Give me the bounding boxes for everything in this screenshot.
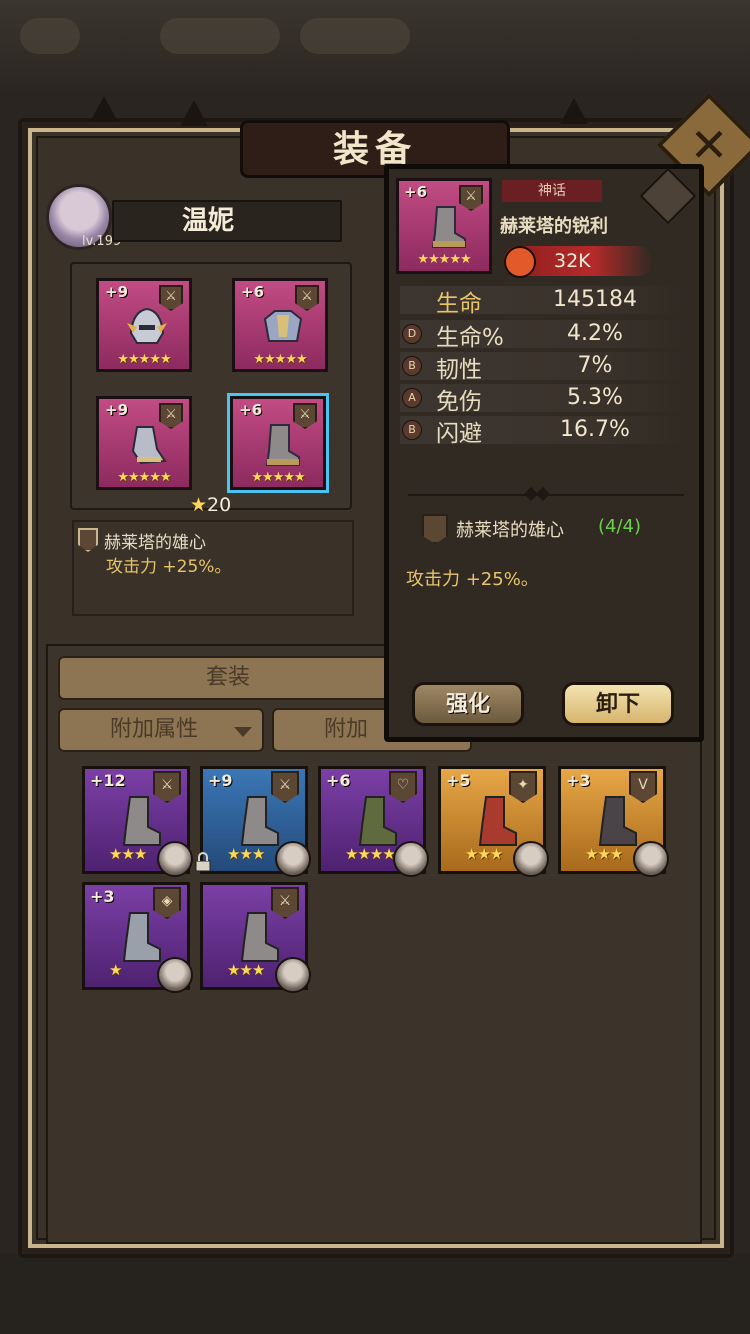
blurred-shape: [160, 18, 280, 54]
popup-set-effect: 攻击力 +25%。: [406, 569, 539, 590]
hero-name: 温妮: [112, 200, 342, 242]
boots-icon: [122, 912, 161, 962]
filter-label: 附加属性: [110, 717, 199, 742]
enhance-level: +3: [90, 887, 115, 906]
enhance-level: +9: [105, 401, 129, 419]
inventory-item[interactable]: +5 ✦ ★★★: [438, 766, 549, 877]
helmet-icon: [127, 307, 167, 344]
owner-avatar: [275, 841, 311, 877]
rarity-badge: 神话: [502, 180, 602, 202]
boots-icon: [240, 912, 279, 962]
strengthen-button[interactable]: 强化: [412, 682, 524, 726]
filter-substat-dropdown[interactable]: 附加属性: [58, 708, 264, 752]
equip-slot-boots[interactable]: +6 ⚔ ★★★★★: [230, 396, 326, 490]
star-rating: ★★★: [109, 845, 147, 863]
stat-value: 5.3%: [567, 385, 623, 410]
boots-icon: [478, 796, 517, 846]
star-rating: ★★★★★: [253, 352, 307, 367]
inventory-item[interactable]: +3 ᐯ ★★★: [558, 766, 669, 877]
inventory-item[interactable]: +3 ◈ ★: [82, 882, 193, 993]
blurred-background-bottom: [0, 1254, 750, 1334]
item-name: 赫莱塔的锐利: [500, 216, 608, 237]
frame-spike: [180, 100, 208, 126]
armor-icon: [263, 310, 303, 342]
popup-set-name: 赫莱塔的雄心: [456, 520, 564, 541]
set-bonus-name: 赫莱塔的雄心: [104, 533, 206, 553]
owner-avatar: [157, 841, 193, 877]
frame-spike: [90, 96, 118, 122]
star-rating: ★★★: [465, 845, 503, 863]
stat-name: 生命%: [436, 325, 504, 351]
set-bonus-effect: 攻击力 +25%。: [106, 557, 232, 577]
boots-icon: [358, 796, 397, 846]
equip-slot-gloves[interactable]: +9 ⚔ ★★★★★: [96, 396, 192, 490]
stat-value: 16.7%: [560, 417, 630, 442]
star-rating: ★★★★★: [251, 470, 305, 485]
boots-icon: [265, 424, 300, 466]
enhance-level: +12: [90, 771, 126, 790]
popup-set-count: (4/4): [598, 516, 642, 537]
enhance-level: +9: [105, 283, 129, 301]
inventory-item[interactable]: +6 ♡ ★★★★: [318, 766, 429, 877]
star-rating: ★★★: [227, 845, 265, 863]
equip-slot-armor[interactable]: +6 ⚔ ★★★★★: [232, 278, 328, 372]
total-stars-value: 20: [207, 494, 232, 516]
boots-icon: [122, 796, 161, 846]
star-rating: ★★★: [227, 961, 265, 979]
blurred-shape: [300, 18, 410, 54]
stat-name: 闪避: [436, 421, 482, 447]
owner-avatar: [275, 957, 311, 993]
stat-value: 4.2%: [567, 321, 623, 346]
inventory-item[interactable]: +12 ⚔ ★★★: [82, 766, 193, 877]
total-stars: ★20: [190, 494, 231, 516]
chevron-down-icon: [234, 727, 252, 737]
stat-name: 生命: [436, 291, 482, 317]
frame-spike: [560, 98, 588, 124]
stat-value: 7%: [577, 353, 613, 378]
blurred-shape: [20, 18, 80, 54]
enhance-level: +6: [241, 283, 265, 301]
star-rating: ★: [109, 961, 122, 979]
blurred-background-top: [0, 0, 750, 90]
combat-power-value: 32K: [554, 250, 591, 272]
boots-icon: [598, 796, 637, 846]
owner-avatar: [513, 841, 549, 877]
stat-name: 免伤: [436, 389, 482, 415]
grade-badge: B: [402, 420, 422, 440]
owner-avatar: [633, 841, 669, 877]
enhance-level: +6: [239, 401, 263, 419]
star-rating: ★★★★★: [117, 352, 171, 367]
popup-item-icon: +6 ⚔ ★★★★★: [396, 178, 492, 274]
equip-slot-helmet[interactable]: +9 ⚔ ★★★★★: [96, 278, 192, 372]
boots-icon: [431, 206, 466, 248]
star-rating: ★★★★★: [417, 252, 471, 267]
lock-icon: [195, 852, 211, 872]
owner-avatar: [157, 957, 193, 993]
grade-badge: A: [402, 388, 422, 408]
unequip-button[interactable]: 卸下: [562, 682, 674, 726]
star-rating: ★★★★: [345, 845, 396, 863]
gauntlet-icon: [131, 426, 167, 465]
enhance-level: +5: [446, 771, 471, 790]
owner-avatar: [393, 841, 429, 877]
filter-label: 附加: [324, 717, 369, 742]
star-rating: ★★★★★: [117, 470, 171, 485]
stat-value: 145184: [553, 287, 637, 312]
stat-name: 韧性: [436, 357, 482, 383]
fist-icon: [504, 246, 536, 278]
star-icon: ★: [190, 494, 208, 516]
grade-badge: D: [402, 324, 422, 344]
inventory-item[interactable]: +9 ⚔ ★★★: [200, 766, 311, 877]
enhance-level: +3: [566, 771, 591, 790]
boots-icon: [240, 796, 279, 846]
star-rating: ★★★: [585, 845, 623, 863]
grade-badge: B: [402, 356, 422, 376]
enhance-level: +6: [404, 183, 428, 201]
enhance-level: +9: [208, 771, 233, 790]
inventory-item[interactable]: ⚔ ★★★: [200, 882, 311, 993]
enhance-level: +6: [326, 771, 351, 790]
